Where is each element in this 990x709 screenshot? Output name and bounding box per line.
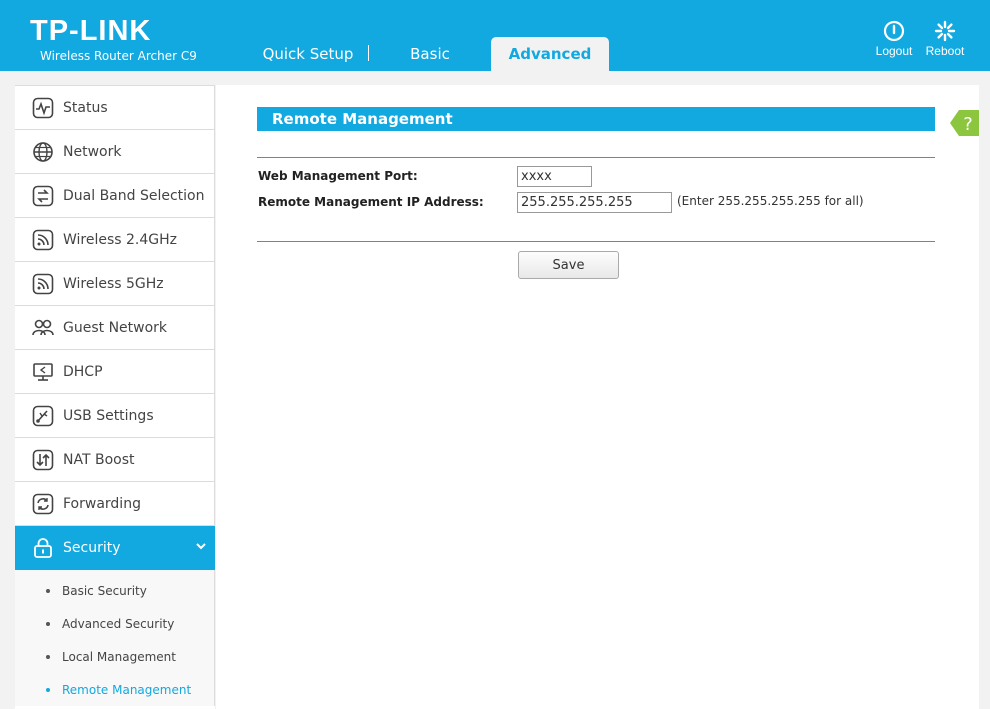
subitem-label: Remote Management — [62, 682, 192, 697]
subitem-label: Local Management — [62, 649, 176, 664]
save-button[interactable]: Save — [518, 251, 619, 279]
ip-hint: (Enter 255.255.255.255 for all) — [677, 194, 864, 208]
bullet-icon — [46, 687, 50, 692]
monitor-icon — [31, 360, 55, 384]
wireless-icon — [31, 272, 55, 296]
sidebar-item-label: Network — [63, 143, 122, 160]
reboot-button[interactable]: Reboot — [920, 20, 970, 58]
section-title: Remote Management — [257, 107, 935, 131]
sidebar-item-wireless-5[interactable]: Wireless 5GHz — [15, 262, 215, 306]
sidebar-subitem-remote-management[interactable]: Remote Management — [15, 673, 214, 706]
main-content: Remote Management ? Web Management Port:… — [216, 85, 979, 709]
reboot-label: Reboot — [925, 44, 965, 58]
bullet-icon — [46, 621, 50, 626]
remote-ip-input[interactable] — [517, 192, 672, 213]
remote-ip-label: Remote Management IP Address: — [258, 195, 484, 209]
forwarding-icon — [31, 492, 55, 516]
sidebar-item-label: Security — [63, 539, 121, 556]
sidebar-item-label: Forwarding — [63, 495, 141, 512]
sidebar-item-guest-network[interactable]: Guest Network — [15, 306, 215, 350]
guest-icon — [31, 316, 55, 340]
sidebar-subitem-advanced-security[interactable]: Advanced Security — [15, 607, 214, 640]
web-port-label: Web Management Port: — [258, 169, 418, 183]
sidebar-subitem-local-management[interactable]: Local Management — [15, 640, 214, 673]
reboot-icon — [934, 20, 956, 42]
status-icon — [31, 96, 55, 120]
model-name: Wireless Router Archer C9 — [40, 49, 197, 63]
sidebar: Status Network Dual Band Selection Wirel… — [15, 85, 215, 709]
divider-bottom — [257, 241, 935, 242]
sidebar-item-status[interactable]: Status — [15, 86, 215, 130]
security-submenu: Basic Security Advanced Security Local M… — [15, 570, 215, 706]
header-bar: TP-LINK Wireless Router Archer C9 Quick … — [0, 0, 990, 71]
power-icon — [883, 20, 905, 42]
sidebar-item-wireless-24[interactable]: Wireless 2.4GHz — [15, 218, 215, 262]
sidebar-item-dual-band[interactable]: Dual Band Selection — [15, 174, 215, 218]
brand-logo: TP-LINK — [30, 15, 152, 47]
web-port-input[interactable] — [517, 166, 592, 187]
tab-quick-setup[interactable]: Quick Setup — [250, 37, 366, 71]
subitem-label: Advanced Security — [62, 616, 175, 631]
bullet-icon — [46, 588, 50, 593]
logout-label: Logout — [875, 44, 913, 58]
sidebar-item-network[interactable]: Network — [15, 130, 215, 174]
help-label: ? — [963, 114, 973, 135]
globe-icon — [31, 140, 55, 164]
sidebar-item-forwarding[interactable]: Forwarding — [15, 482, 215, 526]
sidebar-item-security[interactable]: Security — [15, 526, 215, 570]
sidebar-item-label: Wireless 2.4GHz — [63, 231, 178, 248]
help-icon[interactable]: ? — [950, 110, 979, 136]
usb-icon — [31, 404, 55, 428]
chevron-down-icon — [196, 543, 206, 550]
tab-advanced[interactable]: Advanced — [491, 37, 609, 71]
sidebar-item-nat-boost[interactable]: NAT Boost — [15, 438, 215, 482]
sidebar-item-label: Status — [63, 99, 108, 116]
subitem-label: Basic Security — [62, 583, 147, 598]
sidebar-item-label: USB Settings — [63, 407, 154, 424]
wireless-icon — [31, 228, 55, 252]
sidebar-subitem-basic-security[interactable]: Basic Security — [15, 574, 214, 607]
sidebar-item-label: Wireless 5GHz — [63, 275, 164, 292]
sidebar-item-label: Dual Band Selection — [63, 187, 205, 204]
sidebar-item-label: Guest Network — [63, 319, 168, 336]
sidebar-item-label: NAT Boost — [63, 451, 135, 468]
logout-button[interactable]: Logout — [869, 20, 919, 58]
sidebar-item-label: DHCP — [63, 363, 103, 380]
sidebar-item-dhcp[interactable]: DHCP — [15, 350, 215, 394]
sidebar-item-usb-settings[interactable]: USB Settings — [15, 394, 215, 438]
tab-separator — [368, 45, 369, 61]
tab-basic[interactable]: Basic — [380, 37, 480, 71]
divider-top — [257, 157, 935, 158]
bullet-icon — [46, 654, 50, 659]
lock-icon — [31, 536, 55, 560]
nat-icon — [31, 448, 55, 472]
dual-band-icon — [31, 184, 55, 208]
